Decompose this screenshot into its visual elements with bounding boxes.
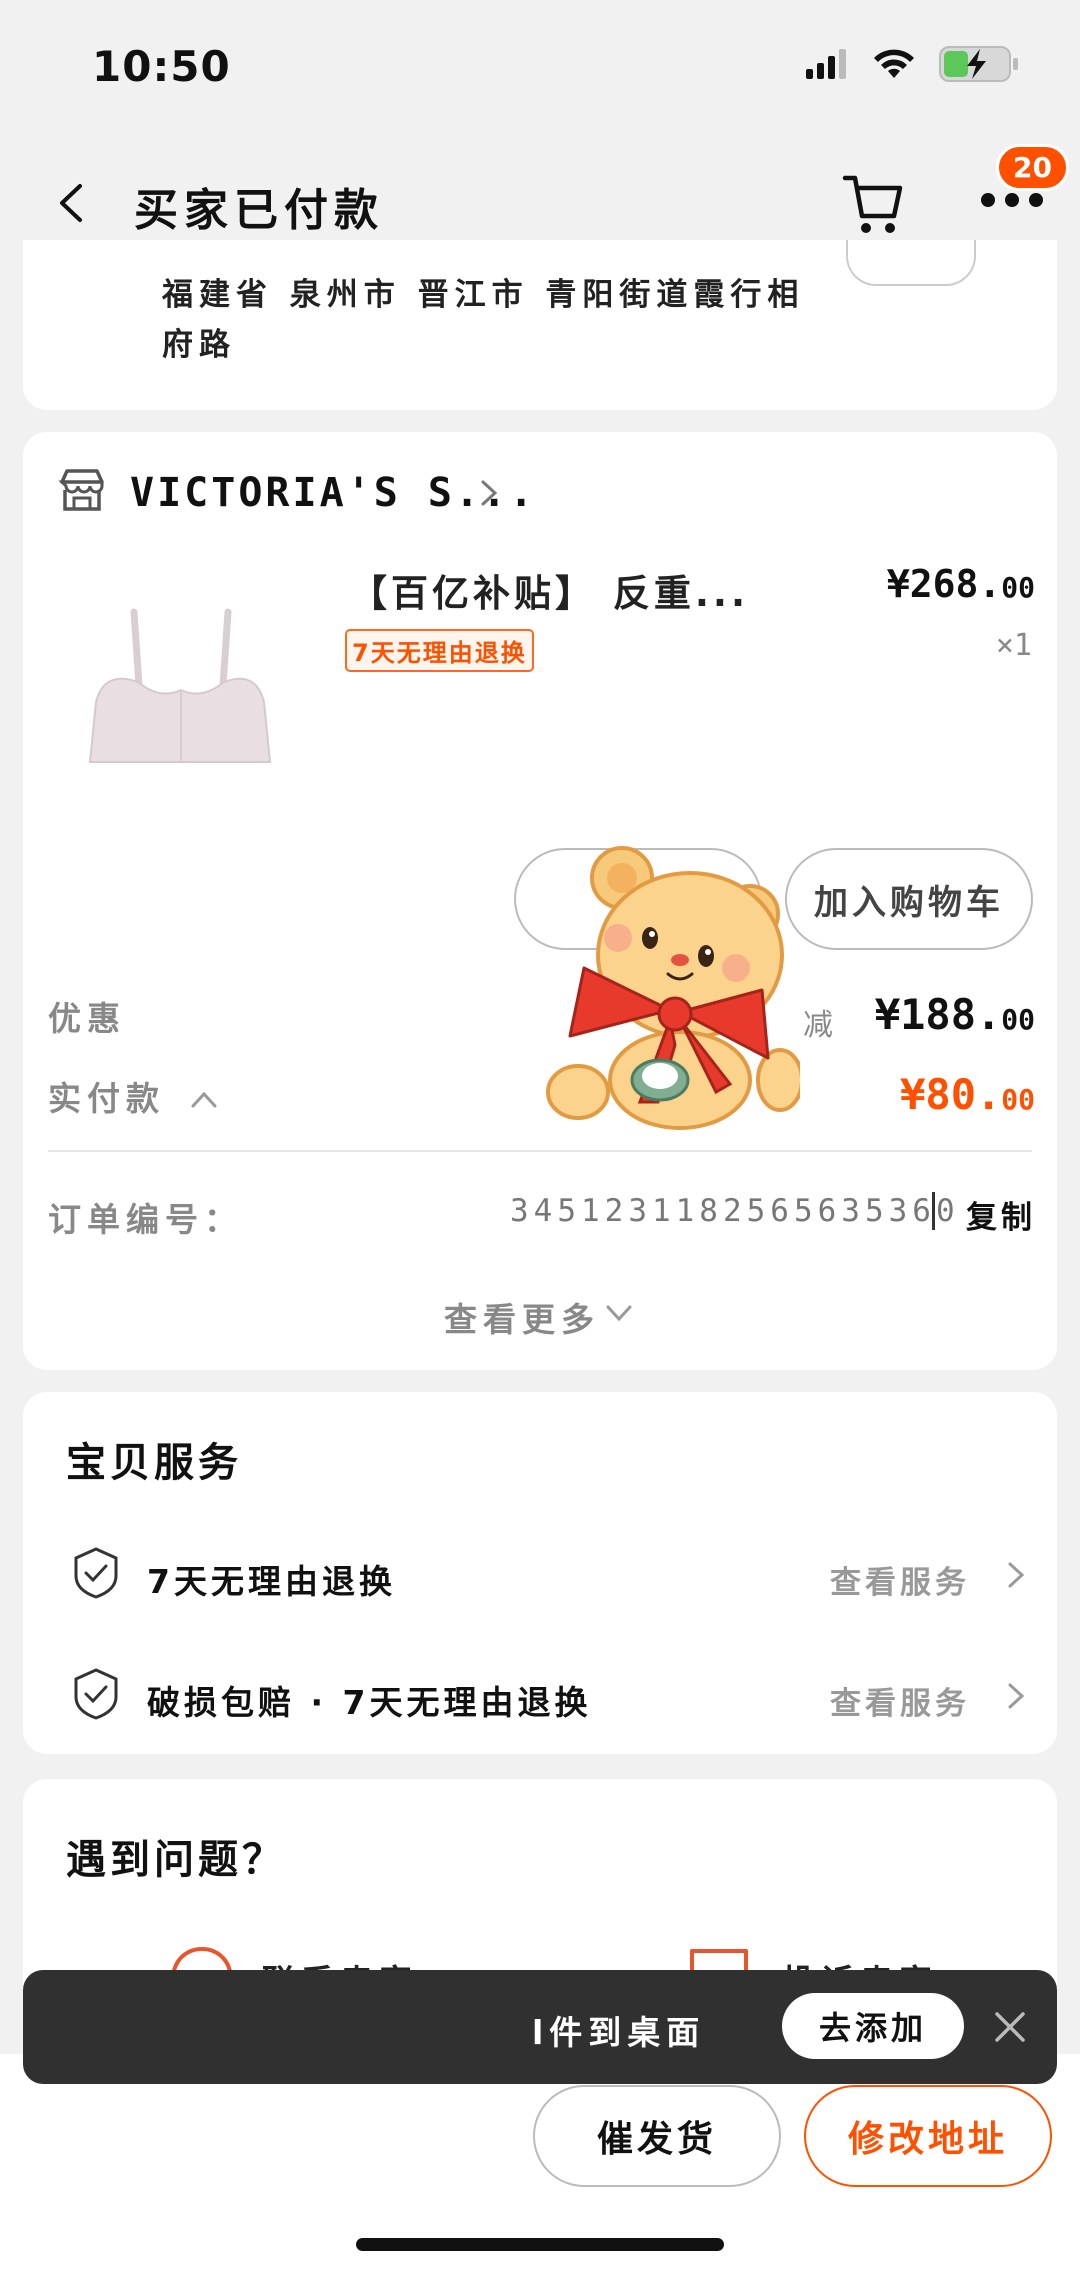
order-number-label: 订单编号： (48, 1200, 243, 1239)
close-icon[interactable] (993, 2010, 1027, 2044)
discount-amount: ¥188.00 (874, 990, 1035, 1039)
shop-name[interactable]: VICTORIA'S S... (130, 470, 536, 516)
view-service-link[interactable]: 查看服务 (830, 1678, 970, 1723)
signal-icon (806, 49, 846, 79)
order-number: 3451231182565635360 (510, 1193, 960, 1229)
product-price: ¥268.00 (886, 562, 1035, 606)
add-to-cart-button[interactable]: 加入购物车 (785, 848, 1033, 950)
product-image[interactable] (80, 590, 280, 780)
battery-charging-icon (939, 46, 1018, 82)
paid-label[interactable]: 实付款 (48, 1072, 219, 1120)
cart-count-badge: 20 (996, 144, 1069, 191)
back-arrow-icon[interactable] (48, 178, 98, 228)
paid-amount: ¥80.00 (900, 1070, 1035, 1119)
toast-add-button[interactable]: 去添加 (782, 1993, 964, 2059)
status-time: 10:50 (92, 42, 231, 91)
shipping-address: 福建省 泉州市 晋江市 青阳街道霞行相府路 (162, 277, 805, 363)
change-address-button[interactable]: 修改地址 (804, 2085, 1052, 2187)
product-quantity: ×1 (995, 628, 1032, 663)
discount-reduce-label: 减 (803, 1008, 833, 1043)
service-item-name: 7天无理由退换 (147, 1562, 396, 1601)
divider (48, 1150, 1032, 1152)
wifi-icon (874, 49, 914, 78)
shield-check-icon (74, 1547, 118, 1599)
service-item-name: 破损包赔 · 7天无理由退换 (147, 1683, 592, 1722)
see-more-button[interactable]: 查看更多 (444, 1293, 600, 1341)
status-icons (806, 44, 1020, 84)
cart-icon[interactable] (842, 170, 904, 240)
view-service-link[interactable]: 查看服务 (830, 1557, 970, 1602)
return-policy-tag: 7天无理由退换 (345, 629, 534, 672)
separator (932, 1192, 935, 1230)
chevron-right-icon[interactable] (1005, 1560, 1027, 1590)
product-title[interactable]: 【百亿补贴】 反重... (350, 563, 749, 617)
shield-check-icon (74, 1668, 118, 1720)
chevron-right-icon[interactable] (1005, 1681, 1027, 1711)
copy-button[interactable]: 复制 (966, 1192, 1036, 1237)
services-title: 宝贝服务 (66, 1440, 242, 1486)
problems-title: 遇到问题？ (66, 1837, 286, 1883)
toast-message: l件到桌面 (532, 2013, 706, 2052)
address-action-button[interactable] (846, 240, 976, 286)
page-title: 买家已付款 (134, 185, 384, 236)
chevron-right-icon[interactable] (478, 478, 500, 508)
discount-label: 优惠 (48, 999, 126, 1038)
chevron-down-icon[interactable] (604, 1300, 634, 1326)
urge-shipment-button[interactable]: 催发货 (533, 2085, 781, 2187)
home-indicator (356, 2238, 724, 2251)
bear-mascot-icon[interactable] (540, 840, 800, 1130)
chevron-up-icon[interactable] (189, 1088, 219, 1110)
shop-icon (58, 469, 104, 511)
